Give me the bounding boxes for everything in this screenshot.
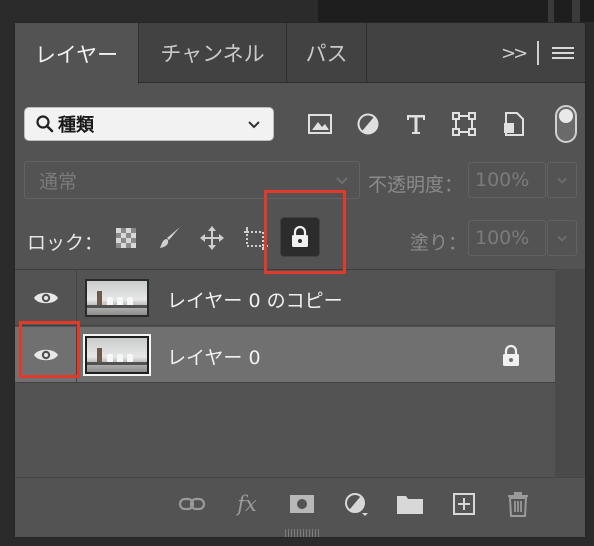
adjustment-layer-icon[interactable]: [341, 489, 371, 519]
lock-image-pixels-icon[interactable]: [155, 223, 185, 253]
layer-name: レイヤー 0 のコピー: [167, 290, 343, 312]
opacity-input[interactable]: 100%: [468, 162, 546, 198]
chevron-down-icon: [557, 235, 567, 242]
type-filter-icon[interactable]: [401, 109, 431, 139]
fill-label: 塗り：: [410, 232, 468, 254]
lock-transparent-pixels-icon[interactable]: [111, 223, 141, 253]
layers-panel: レイヤー チャンネル パス >> 種類 通常 不透明度： 100% ロック： 塗…: [14, 22, 586, 538]
layer-thumbnail: [85, 279, 149, 317]
highlight-visibility: [19, 321, 80, 378]
lock-label: ロック：: [27, 232, 104, 254]
chevron-down-icon: [336, 177, 348, 185]
smart-object-filter-icon[interactable]: [499, 109, 529, 139]
layer-row[interactable]: レイヤー 0 のコピー: [15, 270, 555, 326]
filter-type-select[interactable]: 種類: [24, 107, 274, 141]
layer-name: レイヤー 0: [167, 347, 261, 369]
tab-paths[interactable]: パス: [287, 23, 367, 83]
layer-lock-icon[interactable]: [499, 343, 523, 367]
layer-mask-icon[interactable]: [287, 489, 317, 519]
adjustment-filter-icon[interactable]: [353, 109, 383, 139]
shape-filter-icon[interactable]: [449, 109, 479, 139]
trash-icon[interactable]: [503, 489, 533, 519]
new-layer-icon[interactable]: [449, 489, 479, 519]
layers-bottom-toolbar: fx: [15, 477, 585, 527]
eye-icon: [33, 292, 58, 304]
highlight-lock-all: [264, 190, 346, 274]
background-divider: [548, 0, 554, 22]
fx-icon[interactable]: fx: [232, 489, 262, 519]
opacity-dropdown[interactable]: [547, 162, 577, 198]
panel-menu-icon[interactable]: [552, 47, 574, 61]
chevron-down-icon: [248, 121, 260, 129]
filter-type-label: 種類: [58, 115, 94, 136]
tab-channels[interactable]: チャンネル: [139, 23, 287, 83]
link-layers-icon[interactable]: [177, 489, 207, 519]
filter-toggle-switch[interactable]: [555, 105, 577, 143]
lock-position-icon[interactable]: [197, 223, 227, 253]
chevron-down-icon: [557, 177, 567, 184]
resize-grip[interactable]: [285, 529, 319, 537]
layers-list: レイヤー 0 のコピー レイヤー 0: [15, 269, 555, 477]
search-icon: [36, 115, 54, 133]
group-folder-icon[interactable]: [395, 489, 425, 519]
visibility-toggle[interactable]: [15, 270, 77, 326]
tab-separator: [537, 41, 539, 65]
fill-input[interactable]: 100%: [468, 220, 546, 256]
tab-layers[interactable]: レイヤー: [15, 23, 139, 84]
panel-tab-bar: レイヤー チャンネル パス >>: [15, 23, 585, 84]
image-filter-icon[interactable]: [305, 109, 335, 139]
background-divider: [572, 0, 580, 22]
collapse-panel-button[interactable]: >>: [501, 43, 528, 64]
layer-row[interactable]: レイヤー 0: [15, 327, 555, 383]
layer-thumbnail: [83, 334, 151, 376]
opacity-label: 不透明度：: [368, 174, 464, 196]
fill-dropdown[interactable]: [547, 220, 577, 256]
layers-scrollbar[interactable]: [555, 269, 585, 477]
